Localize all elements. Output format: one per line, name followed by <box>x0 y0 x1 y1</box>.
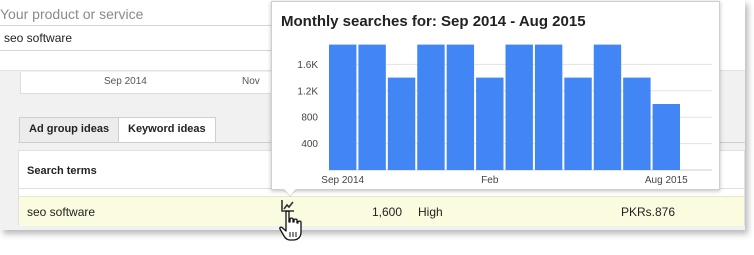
chart-bar[interactable] <box>564 77 592 170</box>
x-tick-label: Aug 2015 <box>645 175 688 186</box>
chart-bar[interactable] <box>623 77 651 170</box>
search-term-cell: seo software <box>27 205 96 219</box>
chart-bar[interactable] <box>505 44 533 170</box>
search-terms-header[interactable]: Search terms <box>27 165 97 177</box>
table-row[interactable]: seo software 1,600 High PKRs.876 <box>19 196 744 226</box>
timeline-label-nov: Nov <box>242 76 260 87</box>
y-tick-label: 400 <box>301 139 318 150</box>
chart-bar[interactable] <box>446 44 475 170</box>
competition-cell: High <box>418 205 443 219</box>
tab-keyword-ideas[interactable]: Keyword ideas <box>118 117 216 143</box>
chart-bar[interactable] <box>593 44 622 170</box>
x-tick-label: Sep 2014 <box>321 175 364 186</box>
chart-bar[interactable] <box>534 44 563 170</box>
chart-bar[interactable] <box>652 104 680 170</box>
hand-pointer-cursor-icon <box>279 210 302 241</box>
product-input[interactable]: seo software <box>0 25 300 51</box>
tooltip-pointer-inner <box>284 189 296 196</box>
monthly-searches-chart: 400 800 1.2K 1.6K Sep 2014 Feb Aug 2015 <box>297 44 712 186</box>
chart-bar[interactable] <box>329 44 357 170</box>
avg-searches-cell: 1,600 <box>372 205 403 219</box>
suggested-bid-cell: PKRs.876 <box>621 205 676 219</box>
timeline-label-sep: Sep 2014 <box>104 76 147 87</box>
chart-bar[interactable] <box>417 44 445 170</box>
tab-ad-group-ideas[interactable]: Ad group ideas <box>19 117 120 142</box>
chart-bar[interactable] <box>476 77 504 170</box>
x-tick-label: Feb <box>481 175 499 186</box>
y-tick-label: 1.6K <box>297 60 318 71</box>
y-tick-label: 800 <box>301 113 318 124</box>
product-field-label: Your product or service <box>0 6 144 22</box>
y-tick-label: 1.2K <box>297 86 318 97</box>
monthly-searches-tooltip: Monthly searches for: Sep 2014 - Aug 201… <box>271 1 720 190</box>
chart-bar[interactable] <box>387 77 416 170</box>
chart-bar[interactable] <box>358 44 386 170</box>
